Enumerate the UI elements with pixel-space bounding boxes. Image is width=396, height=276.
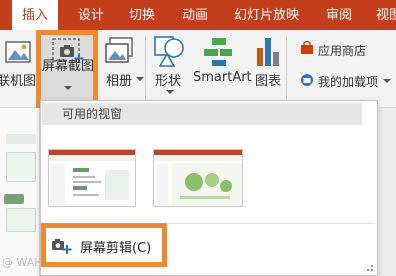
my-addins-button[interactable]: 我的加载项 bbox=[318, 73, 378, 90]
chart-button[interactable]: 图表 bbox=[255, 70, 281, 89]
chevron-down-icon[interactable] bbox=[166, 90, 174, 94]
photo-album-button[interactable]: 相册 bbox=[106, 70, 132, 89]
window-thumbnail[interactable] bbox=[153, 149, 243, 207]
screenshot-dropdown: 可用的视窗 屏幕剪辑(C) bbox=[40, 100, 378, 276]
slide-thumbnail[interactable] bbox=[6, 152, 36, 182]
chevron-down-icon[interactable] bbox=[64, 86, 72, 90]
store-icon bbox=[301, 41, 313, 54]
chart-icon bbox=[257, 38, 279, 66]
chevron-down-icon[interactable] bbox=[383, 79, 391, 83]
smartart-button[interactable]: SmartArt bbox=[193, 70, 252, 85]
slide-thumbnail-strip[interactable] bbox=[0, 108, 40, 276]
tab-transitions[interactable]: 切换 bbox=[129, 0, 155, 30]
screenshot-label: 屏幕截图 bbox=[42, 59, 95, 74]
slide-thumbnail[interactable] bbox=[4, 194, 24, 204]
screen-clipping-label: 屏幕剪辑(C) bbox=[80, 241, 152, 256]
online-pictures-icon bbox=[5, 41, 31, 63]
tab-view[interactable]: 视图 bbox=[376, 0, 396, 30]
group-separator bbox=[145, 36, 146, 100]
app-store-button[interactable]: 应用商店 bbox=[318, 42, 366, 59]
screen-clipping-icon bbox=[52, 239, 72, 254]
shapes-icon bbox=[154, 36, 184, 67]
smartart-icon bbox=[204, 38, 232, 66]
tab-review[interactable]: 审阅 bbox=[326, 0, 352, 30]
tab-design[interactable]: 设计 bbox=[78, 0, 104, 30]
window-preview-image bbox=[49, 150, 135, 206]
tab-animations[interactable]: 动画 bbox=[182, 0, 208, 30]
group-separator bbox=[286, 36, 287, 100]
screenshot-button[interactable]: 屏幕截图 bbox=[36, 30, 98, 108]
photo-album-icon bbox=[105, 37, 133, 63]
tab-slideshow[interactable]: 幻灯片放映 bbox=[234, 0, 299, 30]
shapes-button[interactable]: 形状 bbox=[155, 70, 181, 89]
chevron-down-icon[interactable] bbox=[136, 77, 144, 81]
tab-insert[interactable]: 插入 bbox=[12, 0, 59, 30]
resize-grip-icon[interactable] bbox=[367, 265, 373, 271]
available-windows-header: 可用的视窗 bbox=[42, 103, 362, 125]
screen-clipping-item[interactable]: 屏幕剪辑(C) bbox=[41, 223, 167, 267]
slide-thumbnail[interactable] bbox=[6, 134, 36, 144]
window-preview-image bbox=[154, 150, 242, 206]
addins-icon bbox=[301, 74, 313, 86]
ribbon-tab-bar: 插入 设计 切换 动画 幻灯片放映 审阅 视图 bbox=[0, 0, 396, 30]
window-thumbnail[interactable] bbox=[48, 149, 136, 207]
slide-thumbnail[interactable] bbox=[6, 208, 36, 232]
